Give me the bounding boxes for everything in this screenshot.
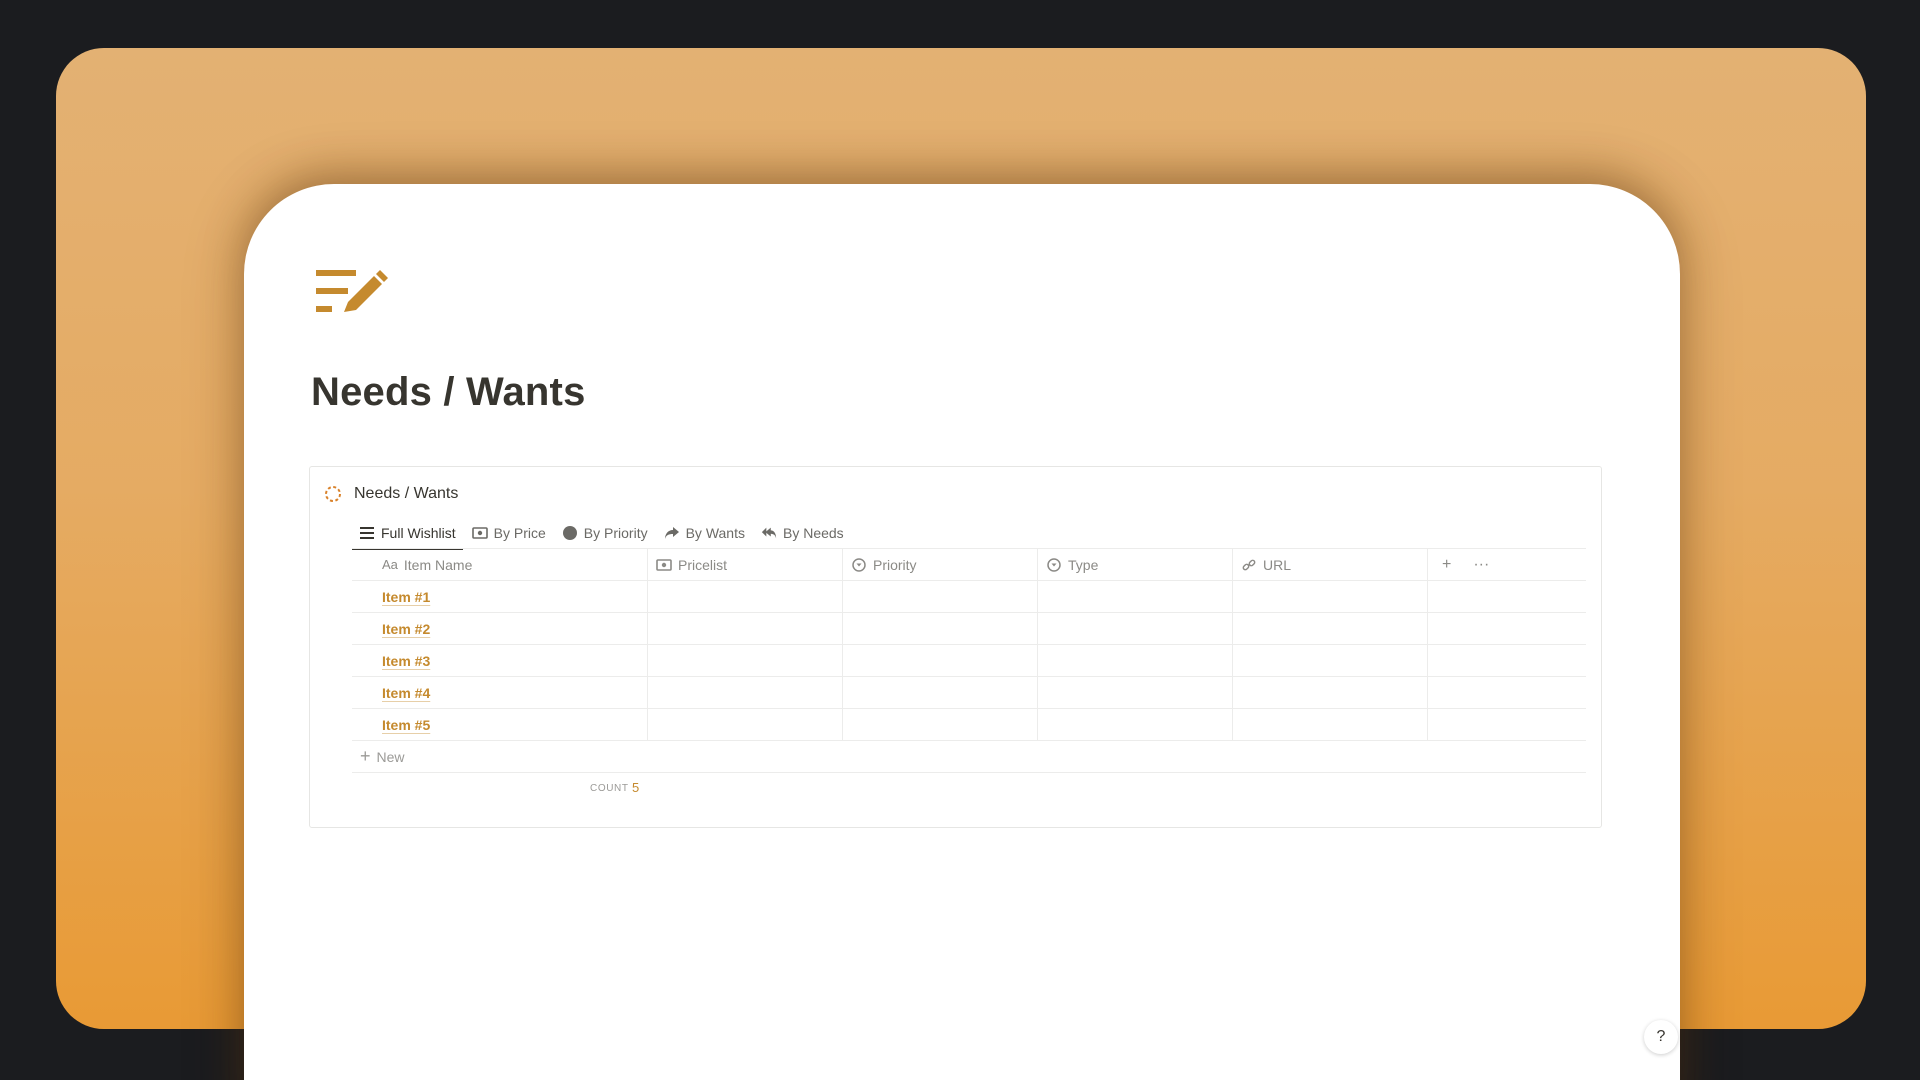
priority-cell[interactable]	[843, 581, 1038, 612]
database-view: Needs / Wants Full Wishlist By Price By …	[309, 466, 1602, 828]
money-icon	[471, 525, 488, 541]
column-header-url[interactable]: URL	[1233, 549, 1428, 580]
item-name-cell[interactable]: Item #4	[352, 677, 648, 708]
link-icon	[1241, 557, 1257, 573]
url-cell[interactable]	[1233, 677, 1428, 708]
column-header-item-name[interactable]: Aa Item Name	[352, 549, 648, 580]
tab-full-wishlist[interactable]: Full Wishlist	[352, 517, 463, 550]
text-type-icon: Aa	[382, 557, 398, 572]
page-container: Needs / Wants Needs / Wants Full Wishlis…	[244, 184, 1680, 1080]
wishlist-table: Aa Item Name Pricelist Priority Type URL…	[352, 548, 1586, 805]
tab-label: By Wants	[685, 525, 745, 541]
double-reply-icon	[761, 525, 777, 541]
type-cell[interactable]	[1038, 613, 1233, 644]
pricelist-cell[interactable]	[648, 613, 843, 644]
tab-label: By Needs	[782, 525, 844, 541]
column-label: Pricelist	[678, 556, 728, 573]
url-cell[interactable]	[1233, 645, 1428, 676]
priority-cell[interactable]	[843, 613, 1038, 644]
item-name-link[interactable]: Item #2	[382, 621, 430, 637]
priority-cell[interactable]	[843, 709, 1038, 740]
column-label: URL	[1263, 556, 1292, 573]
dashed-circle-icon[interactable]	[324, 485, 342, 503]
item-name-cell[interactable]: Item #3	[352, 645, 648, 676]
page-title: Needs / Wants	[311, 370, 586, 414]
item-name-cell[interactable]: Item #2	[352, 613, 648, 644]
money-icon	[656, 557, 672, 573]
table-row[interactable]: Item #3	[352, 645, 1586, 677]
database-header: Needs / Wants	[324, 485, 458, 503]
more-options-icon[interactable]: ···	[1473, 556, 1489, 574]
help-button[interactable]: ?	[1644, 1020, 1678, 1054]
tab-by-priority[interactable]: By Priority	[555, 517, 655, 549]
empty-cell	[1428, 645, 1586, 676]
calculation-row: COUNT 5	[352, 773, 1586, 805]
item-name-link[interactable]: Item #3	[382, 653, 430, 669]
select-icon	[1046, 557, 1062, 573]
empty-cell	[1428, 581, 1586, 612]
count-value[interactable]: 5	[632, 780, 639, 795]
column-label: Item Name	[403, 556, 473, 573]
url-cell[interactable]	[1233, 613, 1428, 644]
empty-cell	[1428, 613, 1586, 644]
table-row[interactable]: Item #2	[352, 613, 1586, 645]
pricelist-cell[interactable]	[648, 645, 843, 676]
priority-cell[interactable]	[843, 677, 1038, 708]
select-icon	[851, 557, 867, 573]
list-icon	[359, 525, 375, 541]
type-cell[interactable]	[1038, 645, 1233, 676]
pricelist-cell[interactable]	[648, 677, 843, 708]
item-name-cell[interactable]: Item #1	[352, 581, 648, 612]
priority-cell[interactable]	[843, 645, 1038, 676]
type-cell[interactable]	[1038, 581, 1233, 612]
view-tabs: Full Wishlist By Price By Priority By Wa…	[352, 517, 1586, 550]
table-row[interactable]: Item #1	[352, 581, 1586, 613]
table-row[interactable]: Item #4	[352, 677, 1586, 709]
add-property-icon[interactable]: +	[1442, 556, 1451, 574]
share-arrow-icon	[664, 525, 680, 541]
column-header-priority[interactable]: Priority	[843, 549, 1038, 580]
circle-icon	[562, 525, 578, 541]
tab-label: By Price	[493, 525, 546, 541]
table-header-row: Aa Item Name Pricelist Priority Type URL…	[352, 549, 1586, 581]
empty-cell	[1428, 677, 1586, 708]
column-header-pricelist[interactable]: Pricelist	[648, 549, 843, 580]
tab-by-price[interactable]: By Price	[465, 517, 553, 549]
tab-by-wants[interactable]: By Wants	[657, 517, 752, 549]
pricelist-cell[interactable]	[648, 581, 843, 612]
type-cell[interactable]	[1038, 709, 1233, 740]
pricelist-cell[interactable]	[648, 709, 843, 740]
new-row-button[interactable]: + New	[352, 741, 1586, 773]
item-name-link[interactable]: Item #5	[382, 717, 430, 733]
table-row[interactable]: Item #5	[352, 709, 1586, 741]
item-name-cell[interactable]: Item #5	[352, 709, 648, 740]
tab-label: By Priority	[583, 525, 648, 541]
new-row-label: New	[376, 748, 405, 765]
tab-by-needs[interactable]: By Needs	[754, 517, 851, 549]
type-cell[interactable]	[1038, 677, 1233, 708]
empty-cell	[1428, 709, 1586, 740]
count-label[interactable]: COUNT	[590, 783, 629, 794]
column-actions: + ···	[1428, 549, 1586, 580]
plus-icon: +	[360, 746, 371, 766]
column-header-type[interactable]: Type	[1038, 549, 1233, 580]
item-name-link[interactable]: Item #1	[382, 589, 430, 605]
column-label: Priority	[873, 556, 917, 573]
tab-label: Full Wishlist	[381, 525, 456, 541]
url-cell[interactable]	[1233, 709, 1428, 740]
pencil-list-icon[interactable]	[314, 268, 388, 318]
item-name-link[interactable]: Item #4	[382, 685, 430, 701]
database-title[interactable]: Needs / Wants	[354, 485, 458, 503]
url-cell[interactable]	[1233, 581, 1428, 612]
column-label: Type	[1068, 556, 1099, 573]
